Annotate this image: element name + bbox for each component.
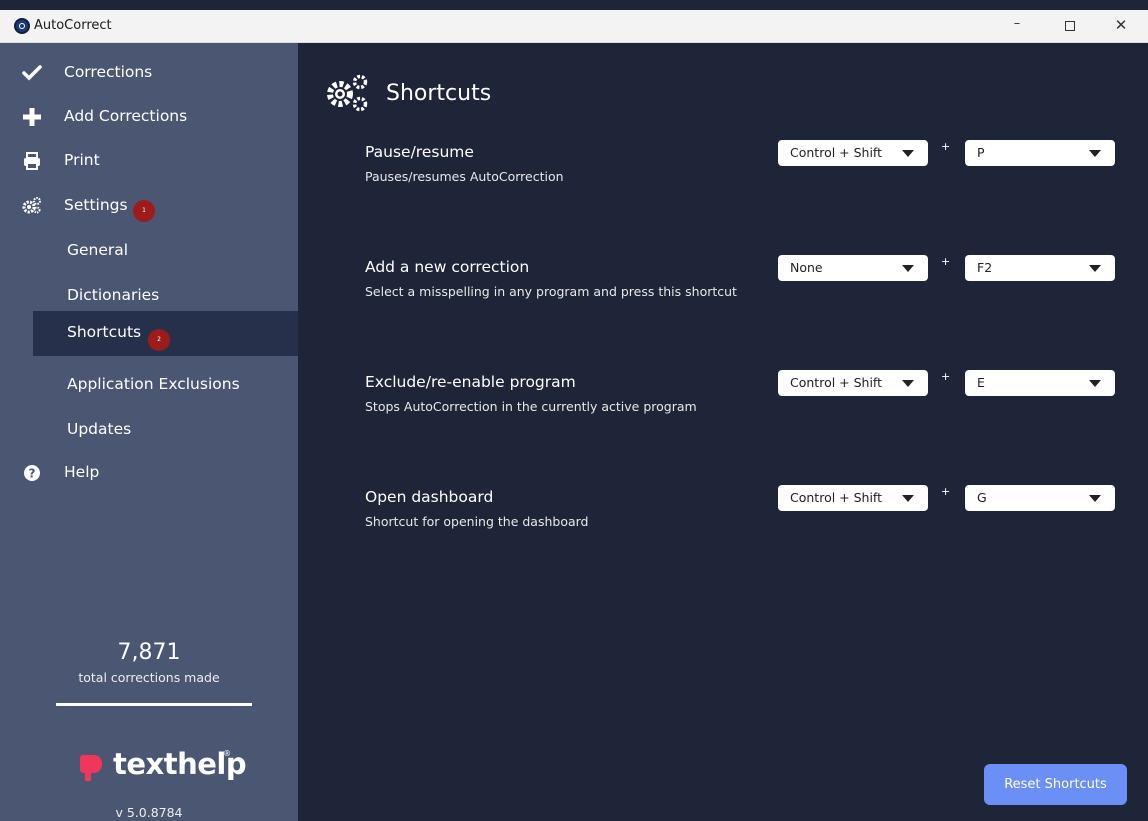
page-title: Shortcuts bbox=[386, 81, 492, 106]
sidebar-item-application-exclusions[interactable]: Application Exclusions bbox=[33, 363, 298, 408]
corrections-count: 7,871 bbox=[117, 640, 181, 665]
shortcut-description: Stops AutoCorrection in the currently ac… bbox=[365, 399, 697, 414]
sidebar-item-shortcuts[interactable]: Shortcuts 2 bbox=[33, 311, 298, 356]
registered-icon: ® bbox=[223, 749, 231, 758]
minimize-button[interactable]: – bbox=[997, 16, 1037, 36]
texthelp-logo: texthelp ® bbox=[80, 747, 247, 787]
sidebar-item-label: Settings bbox=[64, 196, 128, 214]
sidebar-item-print[interactable]: Print bbox=[0, 141, 298, 181]
plus-separator: + bbox=[941, 485, 951, 498]
dropdown-arrow-icon bbox=[902, 380, 914, 387]
key-select[interactable]: E bbox=[965, 370, 1115, 396]
key-select[interactable]: G bbox=[965, 485, 1115, 511]
notification-badge: 2 bbox=[148, 329, 170, 351]
dropdown-arrow-icon bbox=[902, 265, 914, 272]
shortcut-title: Exclude/re-enable program bbox=[365, 373, 576, 391]
key-select[interactable]: F2 bbox=[965, 255, 1115, 281]
shortcut-row-add-correction: Add a new correction Select a misspellin… bbox=[298, 255, 1148, 318]
sidebar: Corrections Add Corrections Print Settin… bbox=[0, 43, 298, 821]
sidebar-item-label: Help bbox=[64, 463, 100, 481]
sidebar-item-label: Corrections bbox=[64, 63, 153, 81]
sidebar-item-help[interactable]: ? Help bbox=[0, 453, 298, 493]
dropdown-arrow-icon bbox=[1089, 150, 1101, 157]
modifier-select[interactable]: Control + Shift bbox=[778, 140, 928, 166]
sidebar-subitem-label: Updates bbox=[67, 420, 132, 438]
app-logo-icon bbox=[14, 18, 30, 34]
shortcut-title: Pause/resume bbox=[365, 143, 474, 161]
svg-text:?: ? bbox=[29, 467, 36, 481]
shortcut-title: Add a new correction bbox=[365, 258, 530, 276]
plus-separator: + bbox=[941, 370, 951, 383]
shortcut-row-pause-resume: Pause/resume Pauses/resumes AutoCorrecti… bbox=[298, 140, 1148, 203]
dropdown-arrow-icon bbox=[902, 495, 914, 502]
sidebar-item-label: Add Corrections bbox=[64, 107, 188, 125]
shortcut-title: Open dashboard bbox=[365, 488, 494, 506]
key-select[interactable]: P bbox=[965, 140, 1115, 166]
modifier-select[interactable]: Control + Shift bbox=[778, 485, 928, 511]
divider bbox=[56, 703, 252, 706]
shortcut-description: Pauses/resumes AutoCorrection bbox=[365, 169, 564, 184]
sidebar-item-corrections[interactable]: Corrections bbox=[0, 53, 298, 93]
dropdown-arrow-icon bbox=[1089, 265, 1101, 272]
plus-icon bbox=[23, 108, 41, 126]
modifier-select[interactable]: None bbox=[778, 255, 928, 281]
close-button[interactable]: ✕ bbox=[1101, 16, 1141, 36]
dropdown-arrow-icon bbox=[1089, 380, 1101, 387]
title-bar: AutoCorrect – ✕ bbox=[0, 10, 1148, 43]
shortcut-row-open-dashboard: Open dashboard Shortcut for opening the … bbox=[298, 485, 1148, 548]
reset-shortcuts-button[interactable]: Reset Shortcuts bbox=[984, 764, 1127, 805]
shortcut-row-exclude-program: Exclude/re-enable program Stops AutoCorr… bbox=[298, 370, 1148, 433]
printer-icon bbox=[24, 152, 40, 170]
check-icon bbox=[22, 65, 42, 81]
shortcut-description: Shortcut for opening the dashboard bbox=[365, 514, 589, 529]
version-label: v 5.0.8784 bbox=[115, 805, 183, 820]
sidebar-subitem-label: Shortcuts bbox=[67, 323, 142, 341]
sidebar-subitem-label: Dictionaries bbox=[67, 286, 160, 304]
corrections-count-label: total corrections made bbox=[78, 670, 220, 685]
maximize-button[interactable] bbox=[1050, 16, 1090, 36]
gears-icon bbox=[327, 74, 368, 112]
sidebar-subitem-label: General bbox=[67, 241, 129, 259]
plus-separator: + bbox=[941, 140, 951, 153]
main-content: Shortcuts Pause/resume Pauses/resumes Au… bbox=[298, 43, 1148, 821]
plus-separator: + bbox=[941, 255, 951, 268]
dropdown-arrow-icon bbox=[902, 150, 914, 157]
sidebar-subitem-label: Application Exclusions bbox=[67, 375, 240, 393]
notification-badge: 1 bbox=[133, 200, 155, 222]
sidebar-item-settings[interactable]: Settings 1 bbox=[0, 186, 298, 226]
sidebar-item-updates[interactable]: Updates bbox=[33, 408, 298, 453]
window-title: AutoCorrect bbox=[34, 18, 112, 33]
shortcut-description: Select a misspelling in any program and … bbox=[365, 284, 737, 299]
sidebar-item-general[interactable]: General bbox=[33, 229, 298, 274]
modifier-select[interactable]: Control + Shift bbox=[778, 370, 928, 396]
sidebar-item-label: Print bbox=[64, 151, 100, 169]
sidebar-item-add-corrections[interactable]: Add Corrections bbox=[0, 97, 298, 137]
dropdown-arrow-icon bbox=[1089, 495, 1101, 502]
texthelp-mark-icon bbox=[80, 755, 102, 781]
gears-icon bbox=[22, 197, 41, 214]
question-icon: ? bbox=[24, 465, 40, 481]
